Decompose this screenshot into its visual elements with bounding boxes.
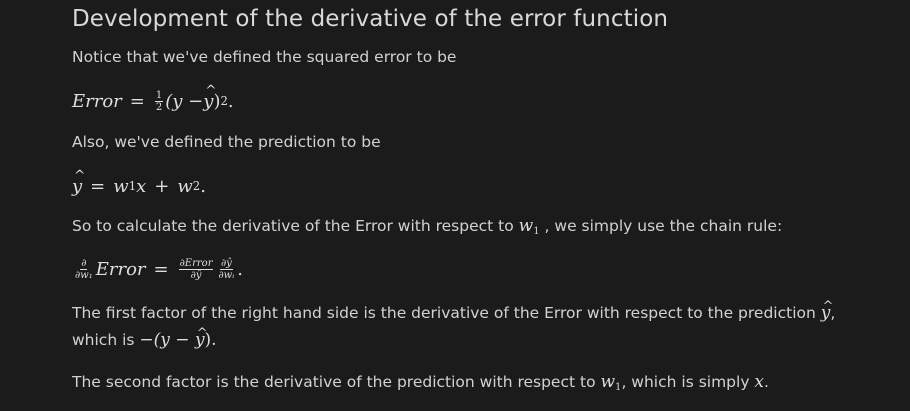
equals-sign: =	[90, 175, 106, 197]
text-segment: So to calculate the derivative of the Er…	[72, 217, 519, 235]
w1-symbol: w	[518, 216, 534, 236]
section-heading: Development of the derivative of the err…	[72, 6, 669, 32]
negative-residual-expression: −(y −	[139, 330, 195, 350]
fraction-denominator: 2	[155, 101, 163, 113]
prediction-equation: y = w1 x + w2 .	[72, 168, 206, 200]
text-segment: , we simply use the chain rule:	[539, 217, 783, 235]
partial-error-yhat-fraction: ∂Error ∂ŷ	[178, 257, 214, 281]
fraction-numerator: ∂ŷ	[219, 257, 233, 270]
period: .	[200, 175, 206, 197]
w2-symbol: w	[177, 175, 193, 197]
partial-yhat-w-fraction: ∂ŷ ∂wᵢ	[217, 258, 235, 281]
first-factor-paragraph: The first factor of the right hand side …	[72, 293, 835, 327]
exponent: 2	[220, 94, 228, 108]
text-segment: which is	[72, 331, 140, 349]
fraction-numerator: ∂	[80, 257, 88, 270]
expression-body: (y −	[165, 90, 204, 112]
one-half-fraction: 1 2	[154, 89, 164, 113]
w1-symbol: w	[113, 175, 129, 197]
partial-w1-fraction: ∂ ∂w₁	[74, 258, 94, 281]
period: .	[764, 373, 769, 391]
fraction-denominator: ∂w₁	[75, 269, 93, 281]
text-segment: The second factor is the derivative of t…	[72, 373, 601, 391]
fraction-numerator: 1	[154, 89, 164, 102]
squared-error-equation: Error = 1 2 (y − y ) 2 .	[72, 83, 234, 115]
plus-sign: +	[154, 175, 170, 197]
fraction-numerator: ∂Error	[178, 257, 214, 270]
prediction-paragraph: Also, we've defined the prediction to be	[72, 133, 381, 151]
second-factor-paragraph: The second factor is the derivative of t…	[72, 369, 769, 401]
first-factor-paragraph-line2: which is −(y − y).	[72, 320, 217, 354]
y-hat-symbol: y	[195, 320, 207, 354]
chain-rule-equation: ∂ ∂w₁ Error = ∂Error ∂ŷ ∂ŷ ∂wᵢ .	[72, 253, 243, 285]
error-symbol: Error	[72, 90, 122, 112]
equals-sign: =	[129, 90, 145, 112]
fraction-denominator: ∂wᵢ	[218, 269, 235, 281]
notebook-cell: Development of the derivative of the err…	[0, 0, 910, 411]
x-symbol: x	[754, 372, 765, 392]
equals-sign: =	[153, 258, 169, 280]
intro-paragraph: Notice that we've defined the squared er…	[72, 48, 457, 66]
w1-symbol: w	[600, 372, 616, 392]
text-segment: , which is simply	[621, 373, 755, 391]
chain-rule-paragraph: So to calculate the derivative of the Er…	[72, 213, 782, 245]
period: .	[227, 90, 234, 112]
y-hat-symbol: y	[203, 83, 217, 111]
period: .	[237, 258, 243, 280]
y-hat-symbol: y	[821, 293, 833, 327]
error-symbol: Error	[95, 258, 146, 280]
text-segment: The first factor of the right hand side …	[72, 304, 821, 322]
fraction-denominator: ∂ŷ	[190, 269, 202, 281]
w1-subscript: 1	[128, 179, 137, 193]
w2-subscript: 2	[192, 179, 201, 193]
x-symbol: x	[136, 175, 147, 197]
y-hat-symbol: y	[72, 168, 86, 196]
